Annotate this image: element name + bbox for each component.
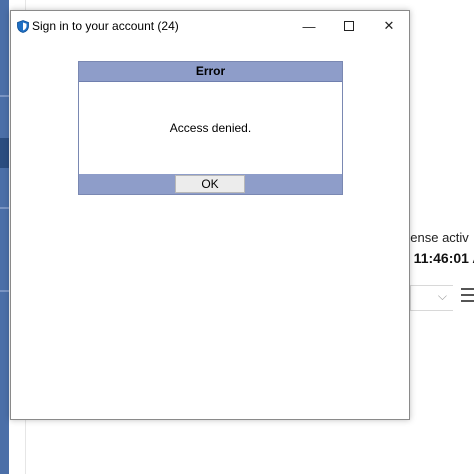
maximize-button[interactable] [329, 11, 369, 41]
ok-button[interactable]: OK [175, 175, 245, 193]
title-bar[interactable]: Sign in to your account (24) — ✕ [11, 11, 409, 41]
background-timestamp-text: 2 11:46:01 A [402, 250, 474, 266]
maximize-icon [344, 21, 354, 31]
dialog-footer: OK [79, 174, 342, 194]
background-dropdown[interactable]: ⌵ [410, 285, 453, 311]
sign-in-window: Sign in to your account (24) — ✕ Error A… [10, 10, 410, 420]
minimize-button[interactable]: — [289, 11, 329, 41]
hamburger-menu-icon[interactable] [461, 288, 474, 306]
error-message-text: Access denied. [169, 121, 252, 135]
minimize-icon: — [302, 18, 316, 34]
error-dialog: Error Access denied. OK [78, 61, 343, 195]
close-button[interactable]: ✕ [369, 11, 409, 41]
shield-icon [17, 20, 29, 33]
chevron-down-icon: ⌵ [437, 289, 447, 303]
background-sidebar-strip [0, 0, 9, 474]
close-icon: ✕ [383, 18, 395, 33]
dialog-message: Access denied. [79, 82, 342, 174]
dialog-title: Error [79, 62, 342, 82]
window-title: Sign in to your account (24) [32, 19, 179, 33]
